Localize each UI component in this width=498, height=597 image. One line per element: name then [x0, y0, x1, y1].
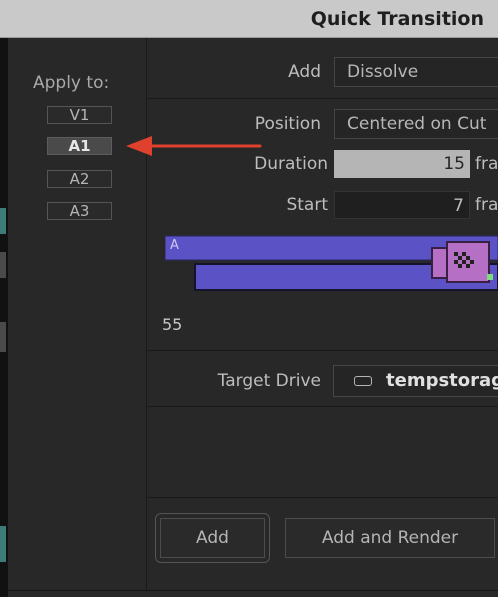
- target-drive-value: tempstorag: [386, 370, 498, 391]
- transition-type-dropdown[interactable]: Dissolve: [334, 57, 498, 87]
- separator: [147, 406, 498, 407]
- panel-bottom-edge: [8, 590, 498, 591]
- edge-mark: [0, 252, 6, 278]
- add-and-render-button[interactable]: Add and Render: [285, 518, 495, 558]
- add-label: Add: [288, 62, 321, 82]
- column-divider: [146, 38, 147, 590]
- frame-count: 55: [162, 315, 183, 334]
- annotation-arrow-icon: [126, 136, 262, 156]
- transition-preview: [165, 235, 498, 291]
- window-title: Quick Transition: [310, 8, 484, 30]
- start-input[interactable]: 7: [334, 191, 470, 219]
- add-button[interactable]: Add: [160, 518, 265, 558]
- separator: [147, 497, 498, 498]
- track-v1-button[interactable]: V1: [47, 106, 112, 124]
- apply-to-label: Apply to:: [33, 73, 110, 93]
- position-dropdown[interactable]: Centered on Cut: [334, 109, 498, 139]
- target-drive-dropdown[interactable]: tempstorag: [333, 365, 498, 397]
- drive-icon: [354, 376, 372, 386]
- start-unit: fra: [475, 195, 498, 215]
- start-label: Start: [286, 195, 328, 215]
- track-a2-button[interactable]: A2: [47, 170, 112, 188]
- left-edge-strip: [0, 38, 8, 597]
- track-a3-button[interactable]: A3: [47, 202, 112, 220]
- edge-mark: [0, 526, 6, 562]
- duration-label: Duration: [254, 154, 328, 174]
- separator: [147, 98, 498, 99]
- separator: [147, 350, 498, 351]
- title-bar: Quick Transition: [0, 0, 498, 38]
- marker-icon: [487, 274, 493, 280]
- target-drive-label: Target Drive: [217, 371, 321, 391]
- edge-mark: [0, 322, 6, 352]
- edge-mark: [0, 208, 6, 234]
- track-a1-button[interactable]: A1: [47, 137, 112, 155]
- position-label: Position: [254, 114, 321, 134]
- transition-block[interactable]: [446, 241, 490, 283]
- clip-label: A: [170, 238, 179, 253]
- duration-unit: fra: [475, 154, 498, 174]
- duration-input[interactable]: 15: [334, 150, 470, 178]
